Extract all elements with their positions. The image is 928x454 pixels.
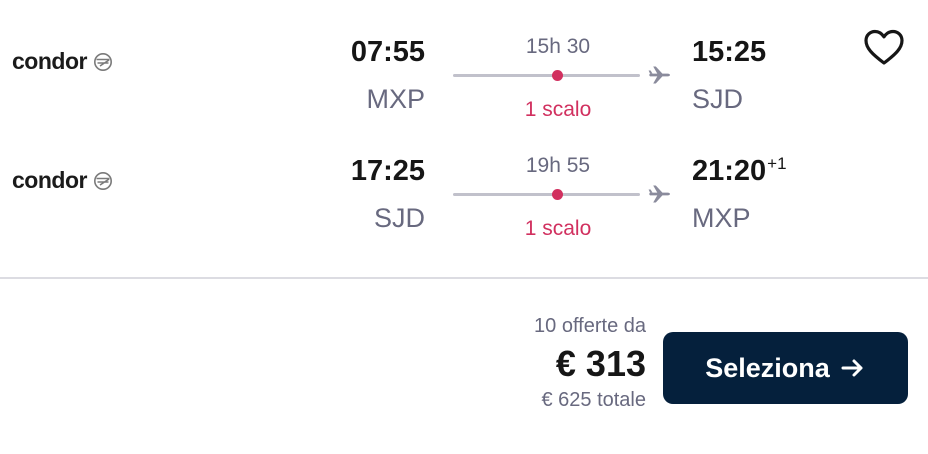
arrival-day-offset: +1: [767, 154, 787, 174]
select-button[interactable]: Seleziona: [663, 332, 908, 404]
departure-time: 17:25: [350, 155, 425, 187]
departure-airport: MXP: [366, 84, 425, 114]
arrival: 21:20+1 MXP: [692, 153, 787, 235]
outbound-leg: condor 07:55 MXP 15h 30 1 scalo 15:25 SJ…: [0, 18, 928, 128]
stops-count: 1 scalo: [524, 217, 592, 240]
route-line: [453, 74, 640, 77]
total-price: € 625 totale: [541, 389, 646, 411]
flight-route: 19h 55 1 scalo: [453, 153, 673, 253]
plane-icon: [648, 66, 670, 84]
price-summary: 10 offerte da € 313 € 625 totale: [534, 313, 646, 413]
airline-name: condor: [12, 167, 87, 193]
arrival: 15:25 SJD: [692, 34, 767, 116]
departure: 07:55 MXP: [351, 34, 425, 116]
flight-duration: 19h 55: [525, 154, 591, 177]
flight-route: 15h 30 1 scalo: [453, 34, 673, 134]
condor-logo-icon: [93, 171, 112, 190]
airline-name: condor: [12, 48, 87, 74]
arrival-time-row: 21:20+1: [692, 153, 787, 189]
stop-dot: [552, 70, 563, 81]
offers-count: 10 offerte da: [534, 315, 646, 337]
departure-time: 07:55: [350, 36, 425, 68]
route-line: [453, 193, 640, 196]
stops-count: 1 scalo: [524, 98, 592, 121]
flight-duration: 15h 30: [525, 35, 591, 58]
stop-dot: [552, 189, 563, 200]
airline: condor: [12, 167, 113, 194]
arrival-time: 21:20: [692, 155, 767, 187]
arrival-airport: SJD: [692, 84, 744, 114]
arrow-right-icon: [841, 359, 863, 377]
divider: [0, 277, 928, 279]
select-button-label: Seleziona: [705, 352, 830, 383]
price: € 313: [555, 343, 646, 384]
arrival-airport: MXP: [692, 203, 751, 233]
plane-icon: [648, 185, 670, 203]
departure: 17:25 SJD: [351, 153, 425, 235]
arrival-time-row: 15:25: [692, 34, 767, 70]
airline: condor: [12, 48, 113, 75]
return-leg: condor 17:25 SJD 19h 55 1 scalo 21:20+1 …: [0, 137, 928, 247]
departure-airport: SJD: [373, 203, 425, 233]
arrival-time: 15:25: [692, 36, 767, 68]
heart-icon[interactable]: [862, 28, 906, 68]
condor-logo-icon: [93, 52, 112, 71]
